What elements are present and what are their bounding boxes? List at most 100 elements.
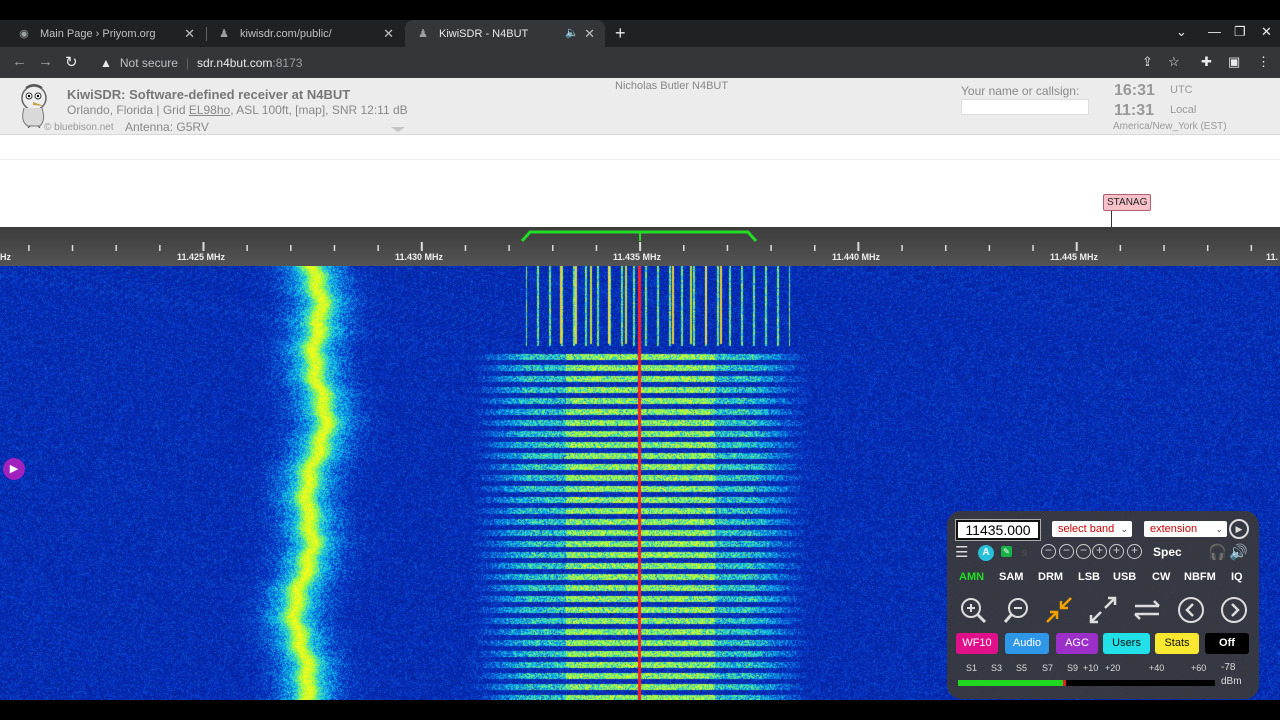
tab-kiwisdr-n4but[interactable]: ♟ KiwiSDR - N4BUT 🔈 ✕ xyxy=(405,20,605,47)
reload-icon[interactable]: ↻ xyxy=(65,53,78,71)
local-time: 11:31 xyxy=(1114,102,1155,119)
frequency-label-strip[interactable]: STANAG xyxy=(0,135,1280,347)
location-middle: , ASL 100ft, xyxy=(230,103,296,117)
owner-name: Nicholas Butler N4BUT xyxy=(615,80,729,92)
spec-button[interactable]: Spec xyxy=(1153,545,1182,559)
page-left-icon[interactable] xyxy=(1176,595,1206,625)
forward-icon[interactable]: → xyxy=(38,53,53,70)
audio-button[interactable]: Audio xyxy=(1005,633,1049,654)
tab-title: kiwisdr.com/public/ xyxy=(240,27,332,40)
stats-button[interactable]: Stats xyxy=(1155,633,1199,654)
back-icon[interactable]: ← xyxy=(12,53,27,70)
utc-time: 16:31 xyxy=(1114,82,1155,99)
zoom-in-magnifier-icon[interactable] xyxy=(958,595,988,625)
logo-credit-link[interactable]: © bluebison.net xyxy=(44,122,114,133)
tab-close-icon[interactable]: ✕ xyxy=(383,26,394,42)
warning-icon[interactable]: ▲ xyxy=(100,56,112,70)
stanag-station-label[interactable]: STANAG xyxy=(1103,194,1152,211)
tab-close-icon[interactable]: ✕ xyxy=(184,26,195,42)
zoom-out-icon[interactable]: − xyxy=(1059,544,1074,559)
kiwi-favicon-icon: ♟ xyxy=(418,27,428,40)
page: ◉ Main Page › Priyom.org ✕ ♟ kiwisdr.com… xyxy=(0,0,1280,720)
wf-button[interactable]: WF10 xyxy=(956,633,998,654)
mode-amn-button[interactable]: AMN xyxy=(959,571,984,583)
close-window-icon[interactable]: ✕ xyxy=(1261,24,1272,40)
zoom-out-step-icon[interactable]: − xyxy=(1076,544,1091,559)
mode-cw-button[interactable]: CW xyxy=(1152,571,1170,583)
zoom-band-fit-icon[interactable] xyxy=(1044,595,1074,625)
zoom-in-step-icon[interactable]: + xyxy=(1092,544,1107,559)
scale-label-11440: 11.440 MHz xyxy=(832,252,881,262)
callsign-input[interactable] xyxy=(961,99,1089,115)
chevron-down-icon: ⌄ xyxy=(1215,524,1223,534)
zoom-out-max-icon[interactable]: − xyxy=(1041,544,1056,559)
new-tab-icon[interactable]: + xyxy=(615,23,626,44)
scale-label-11435: 11.435 MHz xyxy=(613,252,662,262)
zoom-in-max-icon[interactable]: + xyxy=(1127,544,1142,559)
volume-icon[interactable]: 🔊 xyxy=(1229,543,1248,561)
share-icon[interactable]: ⇪ xyxy=(1142,54,1153,70)
collapse-header-icon[interactable] xyxy=(391,127,405,132)
mute-icon[interactable]: 🎧 xyxy=(1208,543,1227,561)
tab-priyom[interactable]: ◉ Main Page › Priyom.org ✕ xyxy=(0,20,205,47)
mode-drm-button[interactable]: DRM xyxy=(1038,571,1063,583)
side-panel-icon[interactable]: ▣ xyxy=(1228,54,1240,70)
off-button[interactable]: Off xyxy=(1205,633,1249,654)
run-extension-icon[interactable]: ▶ xyxy=(1229,519,1249,539)
scale-label-11425: 11.425 MHz xyxy=(177,252,226,262)
address-bar[interactable]: ▲ Not secure | sdr.n4but.com :8173 xyxy=(88,50,1128,75)
scale-label-left: Hz xyxy=(0,252,11,262)
browser-menu-icon[interactable]: ⋮ xyxy=(1257,54,1270,70)
tab-title: KiwiSDR - N4BUT xyxy=(439,27,529,40)
scale-label-right: 11. xyxy=(1266,252,1279,262)
smeter-label: +10 xyxy=(1083,663,1099,673)
tab-close-icon[interactable]: ✕ xyxy=(584,26,595,42)
zoom-out-magnifier-icon[interactable] xyxy=(1002,595,1032,625)
extension-select[interactable]: extension ⌄ xyxy=(1144,521,1227,537)
agc-button[interactable]: AGC xyxy=(1056,633,1098,654)
security-label[interactable]: Not secure xyxy=(120,56,178,70)
smeter-label: S5 xyxy=(1016,663,1028,673)
frequency-input[interactable]: 11435.000 xyxy=(956,520,1040,540)
mode-nbfm-button[interactable]: NBFM xyxy=(1184,571,1216,583)
bookmark-star-icon[interactable]: ☆ xyxy=(1168,54,1180,70)
tab-kiwisdr-public[interactable]: ♟ kiwisdr.com/public/ ✕ xyxy=(206,20,404,47)
scale-label-11445: 11.445 MHz xyxy=(1050,252,1099,262)
bottom-black-bar xyxy=(0,700,1280,720)
side-play-icon[interactable]: ▶ xyxy=(3,458,25,480)
page-right-icon[interactable] xyxy=(1219,595,1249,625)
auto-mode-badge[interactable]: A xyxy=(978,545,994,561)
local-label: Local xyxy=(1170,104,1197,116)
kiwi-favicon-icon: ♟ xyxy=(219,27,229,40)
zoom-in-icon[interactable]: + xyxy=(1109,544,1124,559)
mode-lsb-button[interactable]: LSB xyxy=(1078,571,1100,583)
smeter-label: +20 xyxy=(1105,663,1121,673)
restore-icon[interactable]: ❐ xyxy=(1234,24,1246,40)
smeter-label: +40 xyxy=(1149,663,1165,673)
notes-icon[interactable]: ✎ xyxy=(1001,546,1012,557)
swap-arrows-icon[interactable] xyxy=(1132,595,1162,625)
band-select-label: select band xyxy=(1058,523,1115,535)
grid-link[interactable]: EL98ho xyxy=(189,103,230,117)
extensions-icon[interactable]: ✚ xyxy=(1201,54,1212,70)
address-separator: | xyxy=(185,55,190,70)
hamburger-menu-icon[interactable]: ☰ xyxy=(955,543,968,561)
frequency-scale[interactable]: Hz 11.425 MHz 11.430 MHz 11.435 MHz 11.4… xyxy=(0,227,1280,266)
mode-usb-button[interactable]: USB xyxy=(1113,571,1136,583)
smeter-label: S9 xyxy=(1067,663,1079,673)
mode-sam-button[interactable]: SAM xyxy=(999,571,1023,583)
band-select[interactable]: select band ⌄ xyxy=(1052,521,1132,537)
minimize-icon[interactable]: — xyxy=(1208,24,1221,39)
zoom-max-out-icon[interactable] xyxy=(1088,595,1118,625)
users-button[interactable]: Users xyxy=(1103,633,1150,654)
chevron-down-icon: ⌄ xyxy=(1120,524,1128,534)
map-link[interactable]: [map] xyxy=(295,103,325,117)
url-port: :8173 xyxy=(272,55,303,70)
zoom-level: 9 xyxy=(1022,548,1028,558)
receiver-location: Orlando, Florida | Grid EL98ho, ASL 100f… xyxy=(67,103,408,117)
tab-search-icon[interactable]: ⌄ xyxy=(1176,24,1187,40)
audio-playing-icon[interactable]: 🔈 xyxy=(565,26,579,39)
strip-divider xyxy=(0,159,1280,160)
mode-iq-button[interactable]: IQ xyxy=(1231,571,1243,583)
control-panel: 11435.000 select band ⌄ extension ⌄ ▶ ☰ A … xyxy=(947,511,1259,699)
